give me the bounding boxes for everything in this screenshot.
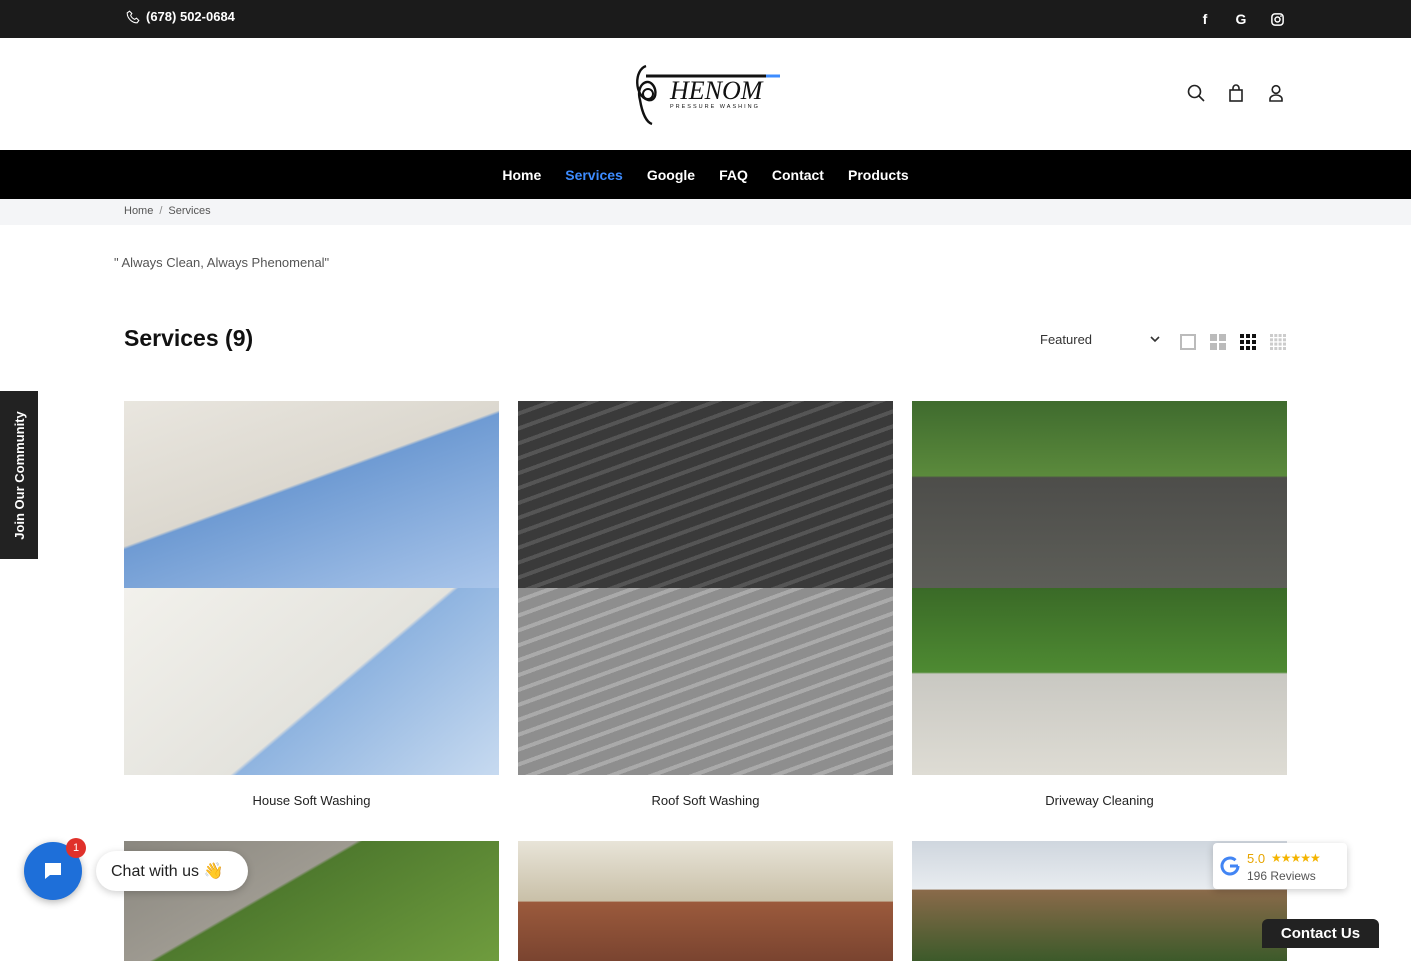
phone-number[interactable]: (678) 502-0684 bbox=[126, 9, 235, 24]
phone-text: (678) 502-0684 bbox=[146, 9, 235, 24]
product-name[interactable]: Driveway Cleaning bbox=[912, 793, 1287, 808]
site-logo[interactable]: HENOM PRESSURE WASHING bbox=[626, 56, 782, 128]
main-nav: Home Services Google FAQ Contact Product… bbox=[0, 150, 1411, 199]
chevron-down-icon bbox=[1150, 334, 1160, 347]
product-image[interactable] bbox=[912, 401, 1287, 775]
breadcrumb-current: Services bbox=[168, 205, 211, 217]
sort-selected: Featured bbox=[1040, 332, 1093, 347]
nav-contact[interactable]: Contact bbox=[772, 167, 824, 183]
chat-badge: 1 bbox=[66, 838, 86, 858]
star-rating: ★★★★★ bbox=[1271, 851, 1321, 865]
tagline: " Always Clean, Always Phenomenal" bbox=[114, 255, 330, 270]
join-community-tab[interactable]: Join Our Community bbox=[0, 391, 38, 559]
phone-icon bbox=[126, 9, 140, 23]
page-title: Services (9) bbox=[124, 325, 254, 351]
view-4col-icon[interactable] bbox=[1270, 334, 1288, 350]
logo-graphic: HENOM PRESSURE WASHING bbox=[636, 64, 780, 126]
top-bar: (678) 502-0684 f G bbox=[0, 0, 1411, 38]
cart-icon[interactable] bbox=[1227, 84, 1245, 102]
instagram-icon[interactable] bbox=[1269, 10, 1285, 28]
search-icon[interactable] bbox=[1187, 84, 1205, 102]
product-name[interactable]: House Soft Washing bbox=[124, 793, 499, 808]
social-links: f G bbox=[1197, 10, 1285, 28]
svg-text:HENOM: HENOM bbox=[669, 76, 764, 105]
header-icons bbox=[1187, 84, 1285, 102]
product-image[interactable] bbox=[518, 401, 893, 775]
nav-services[interactable]: Services bbox=[565, 167, 623, 183]
chat-bubble[interactable]: Chat with us 👋 bbox=[96, 851, 248, 891]
contact-us-button[interactable]: Contact Us bbox=[1262, 919, 1379, 948]
view-3col-icon[interactable] bbox=[1240, 334, 1258, 350]
google-icon[interactable]: G bbox=[1233, 10, 1249, 28]
product-image[interactable] bbox=[124, 401, 499, 775]
svg-text:PRESSURE WASHING: PRESSURE WASHING bbox=[670, 104, 760, 110]
google-review-badge[interactable]: 5.0 ★★★★★ 196 Reviews bbox=[1213, 843, 1347, 889]
review-count: 196 Reviews bbox=[1247, 869, 1316, 883]
grid-view-toggles bbox=[1180, 334, 1288, 350]
facebook-icon[interactable]: f bbox=[1197, 10, 1213, 28]
nav-products[interactable]: Products bbox=[848, 167, 909, 183]
site-header: HENOM PRESSURE WASHING bbox=[0, 38, 1411, 150]
chat-icon bbox=[45, 863, 61, 879]
product-card[interactable] bbox=[518, 841, 893, 961]
product-card[interactable]: Roof Soft Washing bbox=[518, 401, 893, 808]
view-2col-icon[interactable] bbox=[1210, 334, 1228, 350]
nav-google[interactable]: Google bbox=[647, 167, 695, 183]
breadcrumb: Home / Services bbox=[0, 199, 1411, 225]
rating-score: 5.0 bbox=[1247, 851, 1266, 866]
nav-faq[interactable]: FAQ bbox=[719, 167, 748, 183]
product-name[interactable]: Roof Soft Washing bbox=[518, 793, 893, 808]
account-icon[interactable] bbox=[1267, 84, 1285, 102]
nav-home[interactable]: Home bbox=[502, 167, 541, 183]
sort-select[interactable]: Featured bbox=[1040, 332, 1164, 352]
join-community-label: Join Our Community bbox=[11, 410, 27, 540]
google-logo-icon bbox=[1219, 855, 1241, 877]
product-card[interactable]: House Soft Washing bbox=[124, 401, 499, 808]
product-image[interactable] bbox=[518, 841, 893, 961]
view-1col-icon[interactable] bbox=[1180, 334, 1198, 350]
breadcrumb-separator: / bbox=[159, 205, 163, 217]
breadcrumb-home[interactable]: Home bbox=[124, 205, 153, 217]
product-card[interactable]: Driveway Cleaning bbox=[912, 401, 1287, 808]
